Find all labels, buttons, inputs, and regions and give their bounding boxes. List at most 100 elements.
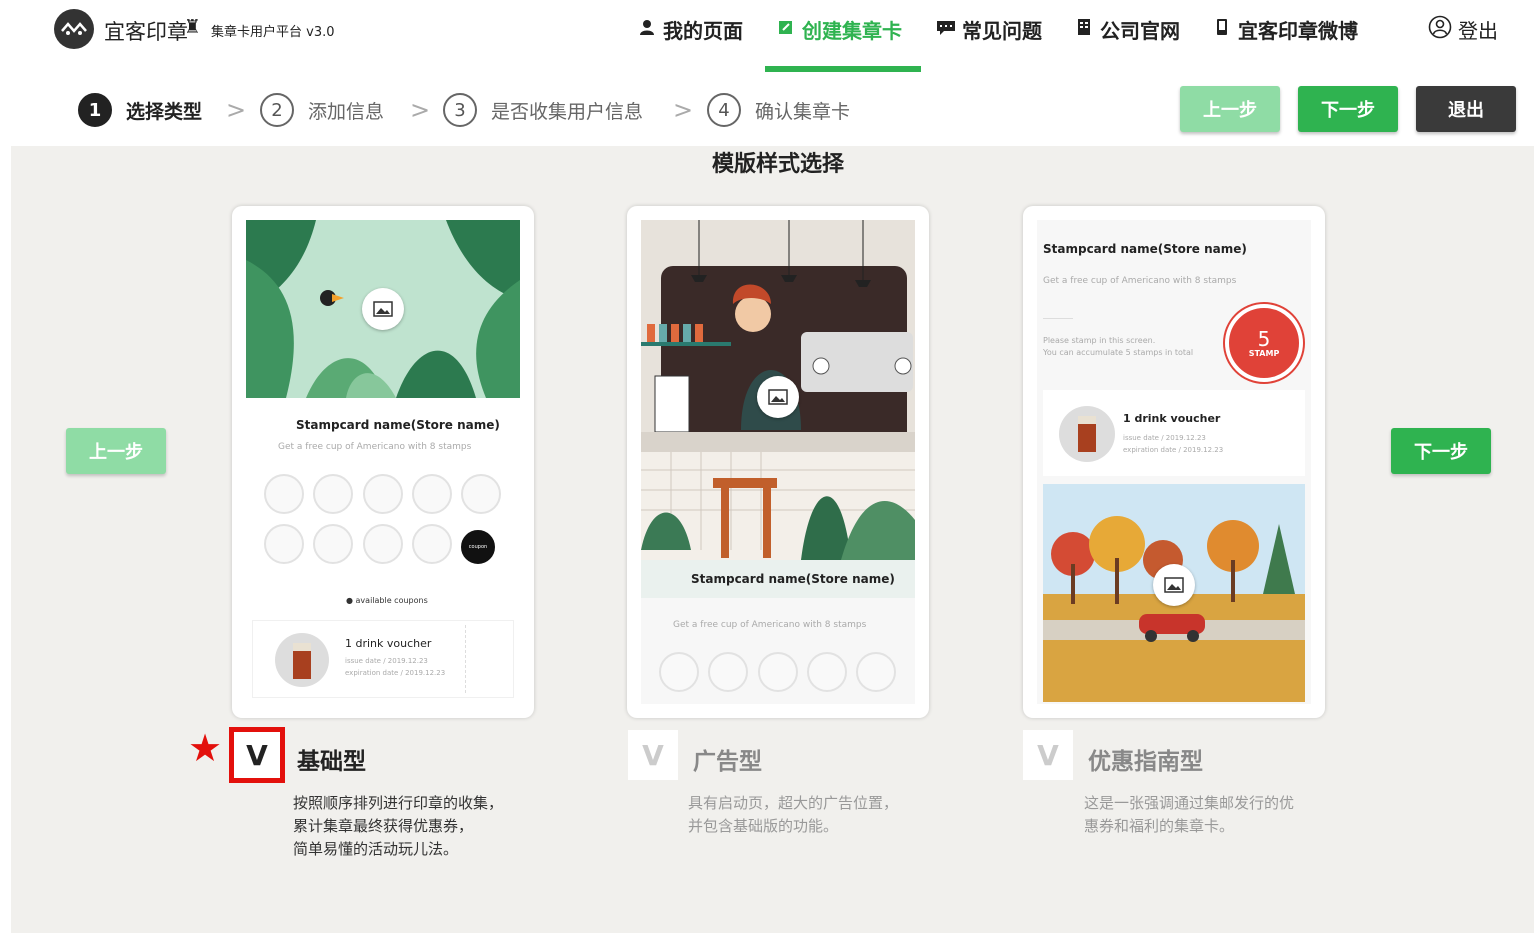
drink-image xyxy=(275,633,329,687)
voucher-box: 1 drink voucher issue date / 2019.12.23 … xyxy=(1043,390,1305,476)
nav-label: 常见问题 xyxy=(962,18,1042,43)
carousel-next-button[interactable]: 下一步 xyxy=(1391,428,1491,474)
nav-weibo[interactable]: 宜客印章微博 xyxy=(1212,14,1358,44)
nav-label: 我的页面 xyxy=(663,18,743,43)
card-preview: Stampcard name(Store name) Get a free cu… xyxy=(1037,220,1311,704)
phone-icon xyxy=(1212,19,1232,39)
chevron-right-icon: > xyxy=(673,96,694,124)
stamp-slot xyxy=(856,652,896,692)
store-name: Stampcard name(Store name) xyxy=(296,418,500,432)
carousel-prev-button[interactable]: 上一步 xyxy=(66,428,166,474)
top-header: 宜客印章 ♜ 集章卡用户平台 v3.0 我的页面 创建集章卡 常见问题 公司官网… xyxy=(0,0,1534,72)
card-preview: $5 Stampcard name(Store name) Get a free… xyxy=(641,220,915,704)
nav-create-card[interactable]: 创建集章卡 xyxy=(776,14,902,44)
building-icon xyxy=(1074,19,1094,39)
stamp-slot xyxy=(758,652,798,692)
issue-date: issue date / 2019.12.23 xyxy=(1123,434,1206,442)
voucher-box: 1 drink voucher issue date / 2019.12.23 … xyxy=(252,620,514,698)
stamp-slot xyxy=(807,652,847,692)
stamp-slot xyxy=(461,474,501,514)
step-label: 选择类型 xyxy=(126,100,203,123)
image-placeholder-icon xyxy=(362,288,404,330)
edit-icon xyxy=(776,20,796,39)
card-subtitle: Get a free cup of Americano with 8 stamp… xyxy=(1043,276,1237,286)
selected-star-icon: ★ xyxy=(188,726,223,770)
stamp-slot xyxy=(264,474,304,514)
nav-label: 公司官网 xyxy=(1100,18,1180,43)
user-circle-icon xyxy=(1428,15,1452,43)
type-checkbox-basic[interactable]: V xyxy=(229,727,285,783)
logout-button[interactable]: 登出 xyxy=(1428,14,1498,44)
step-2[interactable]: 2 添加信息 xyxy=(260,92,384,128)
step-label: 添加信息 xyxy=(308,100,385,123)
expiration-date: expiration date / 2019.12.23 xyxy=(345,669,446,677)
stamp-word: STAMP xyxy=(1248,348,1280,358)
image-placeholder-icon xyxy=(1153,564,1195,606)
stamp-slot xyxy=(363,524,403,564)
stamp-slot xyxy=(363,474,403,514)
step-number: 2 xyxy=(260,93,294,127)
store-name: Stampcard name(Store name) xyxy=(691,572,895,586)
stamp-slot xyxy=(264,524,304,564)
chess-rook-icon: ♜ xyxy=(184,16,202,38)
type-desc-ad: 具有启动页，超大的广告位置， 并包含基础版的功能。 xyxy=(688,794,899,835)
nav-faq[interactable]: 常见问题 xyxy=(936,14,1042,44)
step-4[interactable]: 4 确认集章卡 xyxy=(707,92,850,128)
type-desc-basic: 按照顺序排列进行印章的收集， 累计集章最终获得优惠券， 简单易懂的活动玩儿法。 xyxy=(293,794,504,858)
section-title: 模版样式选择 xyxy=(711,152,844,177)
voucher-title: 1 drink voucher xyxy=(345,637,432,650)
template-card-basic[interactable]: Stampcard name(Store name) Get a free cu… xyxy=(232,206,534,718)
image-placeholder-icon xyxy=(757,376,799,418)
step-number: 1 xyxy=(78,93,112,127)
nav-label: 创建集章卡 xyxy=(802,18,902,43)
stamp-count: 5 xyxy=(1257,326,1271,351)
stamp-slot xyxy=(659,652,699,692)
stamp-slot xyxy=(313,474,353,514)
card-subtitle: Get a free cup of Americano with 8 stamp… xyxy=(278,442,472,452)
stamp-slot xyxy=(313,524,353,564)
expiration-date: expiration date / 2019.12.23 xyxy=(1123,446,1224,454)
step-number: 3 xyxy=(443,93,477,127)
voucher-title: 1 drink voucher xyxy=(1123,412,1221,425)
coupon-stamp-label: coupon xyxy=(468,544,488,550)
brand-name[interactable]: 宜客印章 xyxy=(104,16,188,46)
active-nav-indicator xyxy=(765,66,921,72)
nav-company-site[interactable]: 公司官网 xyxy=(1074,14,1180,44)
template-card-coupon-guide[interactable]: Stampcard name(Store name) Get a free cu… xyxy=(1023,206,1325,718)
type-title-ad: 广告型 xyxy=(693,749,762,775)
chevron-right-icon: > xyxy=(410,96,431,124)
prev-step-button[interactable]: 上一步 xyxy=(1180,86,1280,132)
stamp-slot xyxy=(412,524,452,564)
type-title-coupon-guide: 优惠指南型 xyxy=(1088,749,1203,775)
stamp-instruction: Please stamp in this screen. xyxy=(1043,336,1156,345)
type-checkbox-coupon-guide[interactable]: V xyxy=(1023,730,1073,780)
drink-image xyxy=(1059,406,1115,462)
stamp-slot xyxy=(708,652,748,692)
available-coupons: ● available coupons xyxy=(346,596,428,605)
exit-button[interactable]: 退出 xyxy=(1416,86,1516,132)
stamp-count-badge: 5 STAMP xyxy=(1225,304,1303,382)
chat-icon xyxy=(936,20,956,39)
step-label: 确认集章卡 xyxy=(755,100,851,123)
step-1[interactable]: 1 选择类型 xyxy=(78,92,202,128)
menu-price: $5 xyxy=(663,396,672,404)
chevron-right-icon: > xyxy=(226,96,247,124)
template-card-ad[interactable]: $5 Stampcard name(Store name) Get a free… xyxy=(627,206,929,718)
nav-my-page[interactable]: 我的页面 xyxy=(637,14,743,44)
stamp-slot xyxy=(412,474,452,514)
step-label: 是否收集用户信息 xyxy=(491,100,644,123)
step-3[interactable]: 3 是否收集用户信息 xyxy=(443,92,643,128)
brand-logo-icon[interactable] xyxy=(54,9,94,49)
available-label: available coupons xyxy=(355,596,428,605)
person-icon xyxy=(637,19,657,39)
nav-label: 宜客印章微博 xyxy=(1238,18,1358,43)
step-number: 4 xyxy=(707,93,741,127)
platform-version: 集章卡用户平台 v3.0 xyxy=(211,25,335,40)
issue-date: issue date / 2019.12.23 xyxy=(345,657,428,665)
stamp-total-note: You can accumulate 5 stamps in total xyxy=(1043,348,1194,357)
next-step-button[interactable]: 下一步 xyxy=(1298,86,1398,132)
coupon-stamp: coupon xyxy=(461,530,495,564)
card-preview: Stampcard name(Store name) Get a free cu… xyxy=(246,220,520,704)
card-subtitle: Get a free cup of Americano with 8 stamp… xyxy=(673,620,867,630)
type-checkbox-ad[interactable]: V xyxy=(628,730,678,780)
